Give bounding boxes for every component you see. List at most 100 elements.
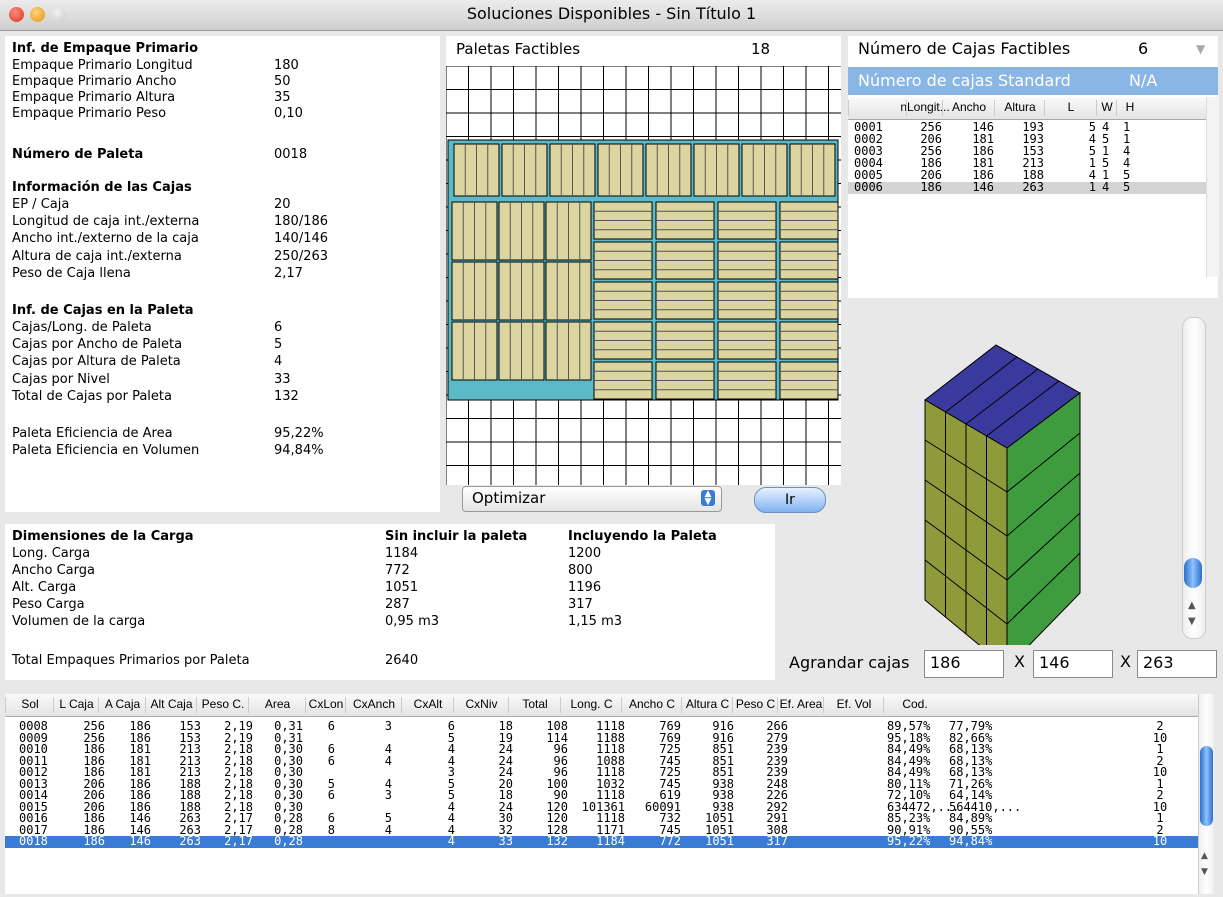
box-col-header: L	[1044, 100, 1097, 116]
box-col-header: Longit...	[906, 100, 950, 116]
info-value: 6	[274, 320, 283, 335]
info-value: 140/146	[274, 231, 329, 247]
solution-row[interactable]: 0018 186 146 263 2,17 0,28 4 33 132 1184 772 1051 31…	[5, 834, 1198, 848]
load-value-with-pallet: 1196	[568, 580, 602, 595]
load-value-no-pallet: 1184	[385, 546, 419, 561]
info-label: Empaque Primario Ancho	[12, 74, 177, 89]
box-col-header: n	[848, 100, 907, 116]
info-label: Empaque Primario Longitud	[12, 58, 193, 73]
load-value-no-pallet: 287	[385, 597, 410, 612]
title-bar: Soluciones Disponibles - Sin Título 1	[0, 0, 1223, 31]
sol-col-header: CxAnch	[345, 697, 402, 713]
vertical-scrollbar[interactable]: ▲ ▼	[1182, 317, 1206, 639]
info-value: 33	[274, 371, 291, 387]
window-title: Soluciones Disponibles - Sin Título 1	[466, 4, 757, 23]
box-col-header: Altura	[994, 100, 1045, 116]
solution-cell: 772	[659, 834, 681, 848]
dropdown-arrow-icon[interactable]: ▼	[1196, 42, 1208, 56]
solution-cell: 0,28	[274, 834, 303, 848]
solution-cell: 4	[447, 834, 455, 848]
load-col2: Incluyendo la Paleta	[568, 529, 717, 544]
info-label: Cajas por Ancho de Paleta	[12, 337, 183, 353]
pallet-boxes-heading: Inf. de Cajas en la Paleta	[12, 303, 194, 318]
standard-label: Número de cajas Standard	[858, 71, 1071, 90]
sol-col-header: A Caja	[98, 697, 146, 713]
info-value: 0,10	[274, 106, 303, 121]
load-heading: Dimensiones de la Carga	[12, 529, 194, 544]
scrollbar-thumb[interactable]	[1184, 558, 1202, 588]
solution-cell: 94,84%	[949, 834, 993, 848]
sol-col-header: Ancho C	[621, 697, 682, 713]
pallet-number-label: Número de Paleta	[12, 147, 144, 162]
sol-col-header: Ef. Area	[777, 697, 824, 713]
enlarge-width-field[interactable]: 146	[1033, 650, 1113, 678]
info-label: Peso de Caja llena	[12, 265, 131, 281]
load-label: Long. Carga	[12, 546, 91, 561]
enlarge-height-field[interactable]: 263	[1137, 650, 1217, 678]
scroll-down-icon[interactable]: ▼	[1188, 616, 1196, 627]
info-panel: Inf. de Empaque Primario Empaque Primari…	[5, 36, 440, 512]
solution-cell: 10	[1152, 834, 1168, 848]
sol-col-header: Sol	[5, 697, 54, 713]
primary-heading: Inf. de Empaque Primario	[12, 41, 199, 56]
box-cell: 186	[920, 180, 942, 194]
info-value: 5	[274, 337, 283, 353]
total-primary-label: Total Empaques Primarios por Paleta	[12, 653, 250, 668]
info-label: Paleta Eficiencia de Area	[12, 426, 173, 441]
sol-col-header: CxNiv	[453, 697, 509, 713]
info-value: 50	[274, 74, 291, 89]
solutions-scroll-up-icon[interactable]: ▲	[1201, 851, 1208, 861]
solution-cell: 95,22%	[887, 834, 931, 848]
scroll-up-icon[interactable]: ▲	[1188, 600, 1196, 611]
solution-cell: 3	[384, 788, 392, 802]
info-value: 20	[274, 197, 291, 212]
solution-cell: 1051	[705, 834, 734, 848]
solutions-scroll-thumb[interactable]	[1200, 746, 1213, 826]
info-value: 180	[274, 58, 299, 73]
solutions-scroll-down-icon[interactable]: ▼	[1201, 867, 1208, 877]
info-label: Cajas por Altura de Paleta	[12, 354, 181, 370]
info-value: 95,22%	[274, 426, 324, 441]
sol-col-header: Cod.	[883, 697, 946, 713]
solution-cell: 186	[83, 834, 105, 848]
box-cell: 0006	[854, 180, 883, 194]
solutions-scrollbar[interactable]: ▲ ▼	[1198, 694, 1214, 894]
solution-cell: 317	[766, 834, 788, 848]
solution-cell: 4	[384, 822, 392, 837]
solutions-body: 0008 256 186 153 2,19 0,31 6 3 6 18 108 1118 769 916 2…	[5, 717, 1198, 894]
feasible-boxes-value: 6	[1138, 39, 1149, 58]
box-row: 0006 186 146 263 1 4 5	[848, 180, 1206, 194]
sol-col-header: Long. C	[560, 697, 622, 713]
load-label: Alt. Carga	[12, 580, 77, 595]
info-label: Cajas/Long. de Paleta	[12, 320, 152, 335]
solutions-header: Sol L Caja A Caja Alt Caja Peso C. Area CxLon C…	[5, 694, 1198, 717]
box-table: n Longit... Ancho Altura L W H 0001 256 146 193 5 4 1…	[848, 97, 1219, 277]
enlarge-sep-1: X	[1014, 652, 1025, 671]
info-value: 180/186	[274, 214, 329, 230]
feasible-value: 18	[751, 40, 771, 58]
solution-cell: 4	[384, 753, 392, 768]
enlarge-length-field[interactable]: 186	[924, 650, 1004, 678]
enlarge-sep-2: X	[1120, 652, 1131, 671]
load-value-no-pallet: 0,95 m3	[385, 614, 440, 629]
go-button[interactable]: Ir	[754, 487, 826, 513]
solution-cell: 2,17	[224, 834, 253, 848]
info-label: Longitud de caja int./externa	[12, 214, 200, 230]
solution-cell: 3	[384, 719, 392, 733]
feasible-label: Paletas Factibles	[456, 40, 581, 58]
info-label: Total de Cajas por Paleta	[12, 388, 172, 404]
solution-cell: 263	[179, 834, 201, 848]
sol-col-header: L Caja	[53, 697, 99, 713]
sol-col-header: Altura C	[681, 697, 733, 713]
load-value-no-pallet: 772	[385, 563, 410, 578]
info-value: 94,84%	[274, 443, 324, 458]
info-label: Altura de caja int./externa	[12, 248, 182, 264]
feasible-boxes-label: Número de Cajas Factibles	[858, 39, 1071, 58]
solutions-table: Sol L Caja A Caja Alt Caja Peso C. Area CxLon C…	[5, 694, 1214, 894]
info-value: 2,17	[274, 265, 303, 281]
box-3d-panel: ▲ ▼	[848, 305, 1218, 645]
total-primary-value: 2640	[385, 653, 419, 668]
box-col-header: Ancho	[942, 100, 995, 116]
optimize-select[interactable]: Optimizar ▲ ▼	[462, 486, 722, 512]
solution-cell: 33	[498, 834, 513, 848]
